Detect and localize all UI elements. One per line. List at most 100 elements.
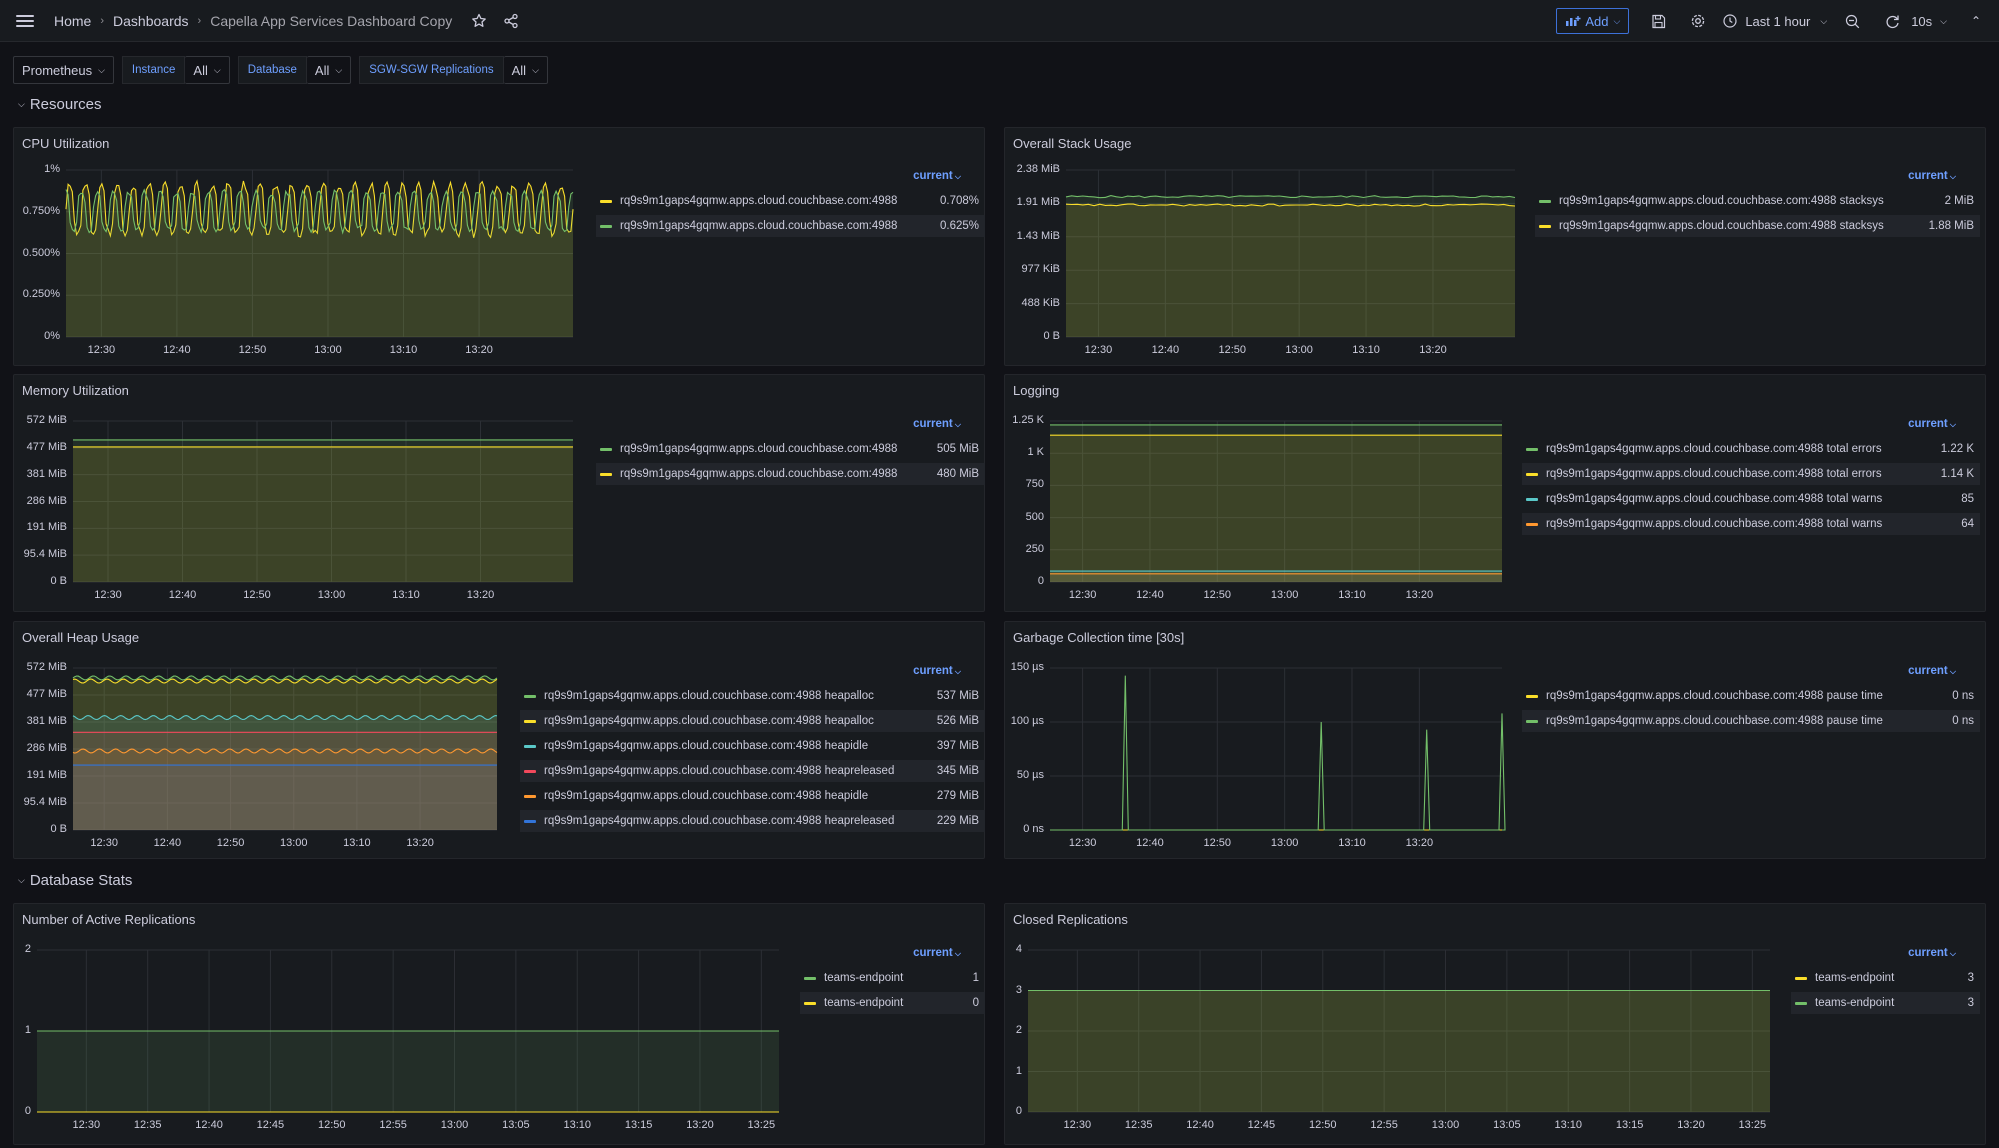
- legend-item[interactable]: rq9s9m1gaps4gqmw.apps.cloud.couchbase.co…: [520, 760, 985, 782]
- chart-plot[interactable]: [37, 949, 779, 1113]
- legend-item[interactable]: rq9s9m1gaps4gqmw.apps.cloud.couchbase.co…: [1522, 488, 1980, 510]
- x-tick-label: 12:50: [216, 837, 245, 849]
- legend-item[interactable]: rq9s9m1gaps4gqmw.apps.cloud.couchbase.co…: [1522, 710, 1980, 732]
- y-tick-label: 3: [1015, 983, 1022, 996]
- top-nav: Home › Dashboards › Capella App Services…: [0, 0, 1999, 42]
- breadcrumb-home[interactable]: Home: [54, 13, 91, 29]
- x-tick-label: 12:40: [1186, 1119, 1214, 1131]
- legend-series-name: rq9s9m1gaps4gqmw.apps.cloud.couchbase.co…: [544, 815, 895, 827]
- refresh-interval-picker[interactable]: 10s ⌵: [1911, 14, 1947, 29]
- menu-icon[interactable]: [16, 14, 34, 27]
- panel-title: Overall Stack Usage: [1013, 136, 1132, 151]
- y-tick-label: 286 MiB: [26, 494, 67, 507]
- legend-item[interactable]: rq9s9m1gaps4gqmw.apps.cloud.couchbase.co…: [596, 190, 985, 212]
- series-line-area: [1028, 990, 1770, 1112]
- add-button[interactable]: Add ⌵: [1556, 8, 1630, 34]
- y-tick-label: 0.500%: [22, 246, 60, 259]
- breadcrumb-dashboards[interactable]: Dashboards: [113, 13, 189, 29]
- legend-item[interactable]: rq9s9m1gaps4gqmw.apps.cloud.couchbase.co…: [1522, 685, 1980, 707]
- legend-color-swatch: [1539, 224, 1551, 228]
- legend-series-name: rq9s9m1gaps4gqmw.apps.cloud.couchbase.co…: [1559, 195, 1884, 207]
- y-tick-label: 1: [1015, 1064, 1022, 1077]
- series-line-area: [1050, 435, 1502, 582]
- legend-sort-current[interactable]: current ⌵: [913, 665, 961, 677]
- breadcrumb-current: Capella App Services Dashboard Copy: [210, 12, 453, 29]
- legend-item[interactable]: rq9s9m1gaps4gqmw.apps.cloud.couchbase.co…: [1535, 215, 1980, 237]
- legend-item[interactable]: teams-endpoint 1: [800, 967, 985, 989]
- legend-item[interactable]: rq9s9m1gaps4gqmw.apps.cloud.couchbase.co…: [520, 785, 985, 807]
- legend-series-name: rq9s9m1gaps4gqmw.apps.cloud.couchbase.co…: [544, 790, 869, 802]
- legend-sort-current[interactable]: current ⌵: [913, 418, 961, 430]
- chart-plot[interactable]: [73, 420, 573, 583]
- x-tick-label: 13:20: [1419, 344, 1447, 356]
- chart-plot[interactable]: [1050, 667, 1506, 831]
- instance-select[interactable]: All ⌵: [185, 56, 230, 84]
- replications-label: SGW-SGW Replications: [359, 56, 504, 84]
- legend-item[interactable]: rq9s9m1gaps4gqmw.apps.cloud.couchbase.co…: [520, 710, 985, 732]
- row-resources[interactable]: ⌵ Resources: [18, 96, 102, 113]
- zoom-out-icon[interactable]: [1837, 6, 1867, 36]
- legend-series-name: rq9s9m1gaps4gqmw.apps.cloud.couchbase.co…: [1546, 493, 1883, 505]
- y-tick-label: 1.25 K: [1012, 414, 1044, 426]
- legend-sort-current[interactable]: current ⌵: [1908, 665, 1956, 677]
- legend-series-name: rq9s9m1gaps4gqmw.apps.cloud.couchbase.co…: [544, 715, 874, 727]
- legend-item[interactable]: rq9s9m1gaps4gqmw.apps.cloud.couchbase.co…: [1522, 438, 1980, 460]
- x-tick-label: 13:10: [1554, 1119, 1582, 1131]
- y-tick-label: 4: [1015, 943, 1022, 955]
- x-tick-label: 12:35: [1124, 1119, 1153, 1131]
- legend-item[interactable]: rq9s9m1gaps4gqmw.apps.cloud.couchbase.co…: [520, 735, 985, 757]
- replications-select[interactable]: All ⌵: [503, 56, 548, 84]
- x-tick-label: 12:40: [1136, 837, 1164, 849]
- chevron-up-icon[interactable]: ⌃: [1961, 6, 1991, 36]
- x-tick-label: 13:20: [1405, 589, 1434, 601]
- clock-icon: [1723, 14, 1737, 28]
- chart-plot[interactable]: [65, 169, 574, 338]
- star-icon[interactable]: [470, 12, 488, 30]
- legend-item[interactable]: rq9s9m1gaps4gqmw.apps.cloud.couchbase.co…: [1535, 190, 1980, 212]
- share-icon[interactable]: [502, 12, 520, 30]
- x-tick-label: 13:05: [1493, 1119, 1521, 1131]
- chevron-down-icon: ⌵: [335, 64, 343, 75]
- legend-item[interactable]: rq9s9m1gaps4gqmw.apps.cloud.couchbase.co…: [520, 685, 985, 707]
- save-icon[interactable]: [1643, 6, 1673, 36]
- legend-item[interactable]: teams-endpoint 0: [800, 992, 985, 1014]
- legend-color-swatch: [600, 224, 612, 228]
- refresh-icon[interactable]: [1877, 6, 1907, 36]
- panel-title: CPU Utilization: [22, 136, 110, 151]
- x-tick-label: 13:10: [1338, 837, 1366, 849]
- legend-item[interactable]: rq9s9m1gaps4gqmw.apps.cloud.couchbase.co…: [1522, 463, 1980, 485]
- legend-sort-current[interactable]: current ⌵: [913, 947, 961, 959]
- y-tick-label: 0 B: [50, 823, 67, 835]
- gear-icon[interactable]: [1683, 6, 1713, 36]
- datasource-select[interactable]: Prometheus ⌵: [13, 56, 114, 84]
- legend-item[interactable]: teams-endpoint 3: [1791, 967, 1980, 989]
- x-tick-label: 12:30: [90, 837, 118, 849]
- chevron-down-icon: ⌵: [952, 667, 961, 676]
- legend-item[interactable]: rq9s9m1gaps4gqmw.apps.cloud.couchbase.co…: [596, 438, 985, 460]
- y-tick-label: 0 B: [50, 575, 67, 587]
- legend-item[interactable]: rq9s9m1gaps4gqmw.apps.cloud.couchbase.co…: [1522, 513, 1980, 535]
- time-range-picker[interactable]: Last 1 hour ⌵: [1723, 14, 1827, 29]
- database-select[interactable]: All ⌵: [306, 56, 352, 84]
- legend-item[interactable]: rq9s9m1gaps4gqmw.apps.cloud.couchbase.co…: [596, 463, 985, 485]
- legend-sort-current[interactable]: current ⌵: [1908, 418, 1956, 430]
- x-tick-label: 13:00: [1270, 589, 1299, 601]
- legend-item[interactable]: rq9s9m1gaps4gqmw.apps.cloud.couchbase.co…: [520, 810, 985, 832]
- x-tick-label: 12:40: [195, 1119, 223, 1131]
- chart-plot[interactable]: [72, 667, 498, 831]
- x-tick-label: 13:00: [1431, 1119, 1460, 1131]
- legend: current ⌵ rq9s9m1gaps4gqmw.apps.cloud.cou…: [520, 665, 985, 845]
- legend-item[interactable]: teams-endpoint 3: [1791, 992, 1980, 1014]
- chart-plot[interactable]: [1028, 949, 1770, 1113]
- legend-item[interactable]: rq9s9m1gaps4gqmw.apps.cloud.couchbase.co…: [596, 215, 985, 237]
- chart-plot[interactable]: [1050, 420, 1502, 583]
- legend-sort-current[interactable]: current ⌵: [913, 170, 961, 182]
- legend-sort-current[interactable]: current ⌵: [1908, 170, 1956, 182]
- legend: current ⌵ rq9s9m1gaps4gqmw.apps.cloud.cou…: [1535, 170, 1980, 250]
- x-tick-label: 12:50: [243, 589, 271, 601]
- chart-plot[interactable]: [1065, 169, 1516, 338]
- row-database-stats[interactable]: ⌵ Database Stats: [18, 872, 132, 889]
- legend-sort-current[interactable]: current ⌵: [1908, 947, 1956, 959]
- x-tick-label: 13:15: [624, 1119, 653, 1131]
- y-tick-label: 0.250%: [22, 288, 60, 301]
